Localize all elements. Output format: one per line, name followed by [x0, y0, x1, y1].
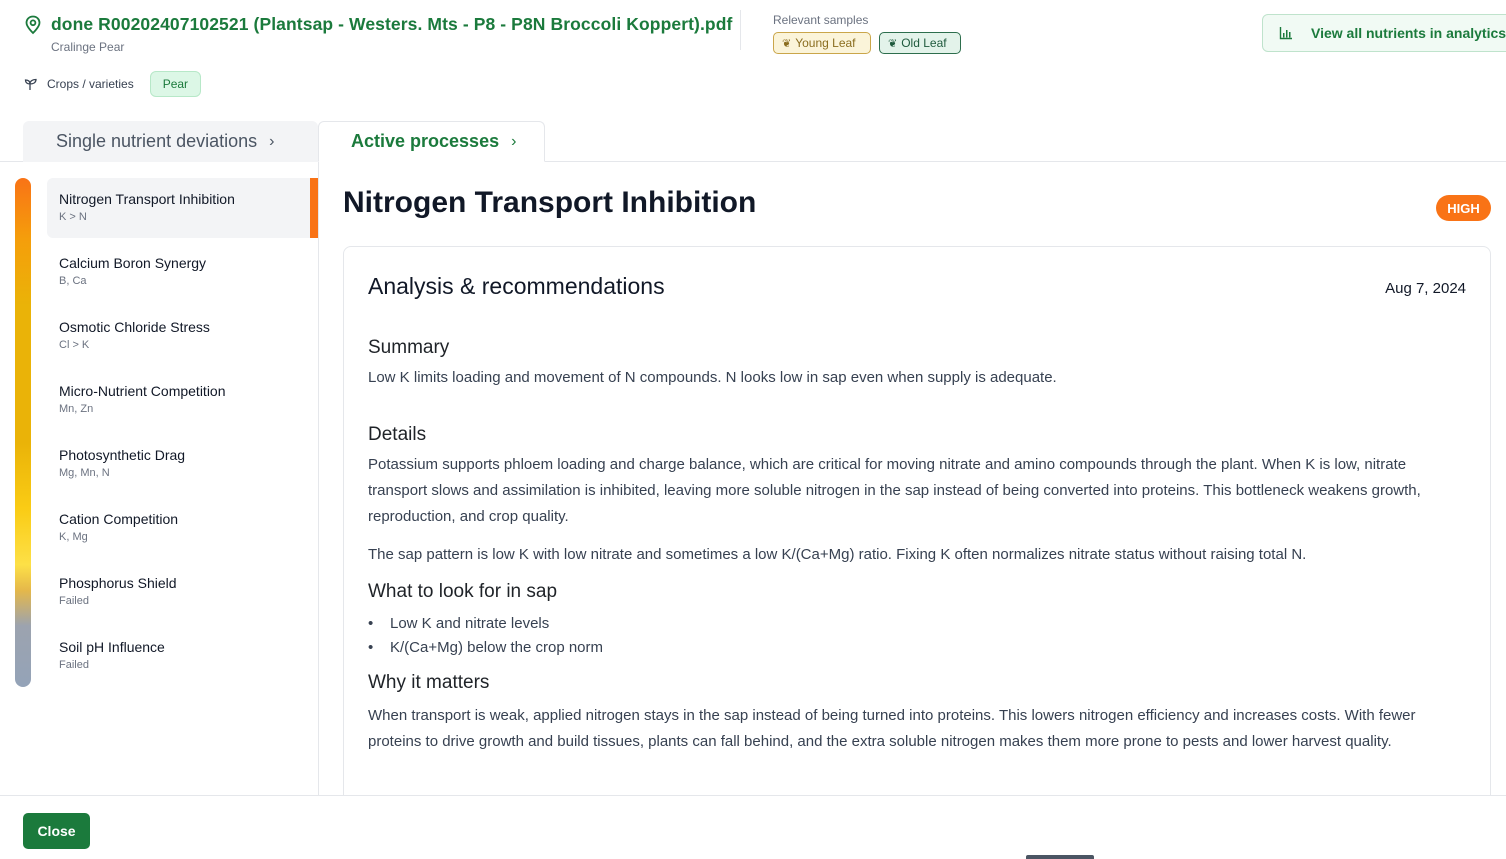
process-name: Photosynthetic Drag — [59, 447, 186, 463]
view-analytics-label: View all nutrients in analytics — [1311, 25, 1506, 41]
crops-varieties-label: Crops / varieties — [47, 77, 134, 91]
crop-chip-pear[interactable]: Pear — [149, 71, 202, 97]
process-item-soil-ph-influence[interactable]: Soil pH Influence Failed — [47, 626, 318, 690]
list-item: K/(Ca+Mg) below the crop norm — [368, 636, 1468, 660]
process-name: Cation Competition — [59, 511, 179, 527]
sample-chip-label: Young Leaf — [795, 36, 856, 50]
process-name: Soil pH Influence — [59, 639, 165, 655]
tab-active-processes[interactable]: Active processes › — [318, 121, 545, 162]
report-subtitle: Cralinge Pear — [51, 40, 125, 54]
bar-chart-icon — [1279, 26, 1293, 40]
process-name: Micro-Nutrient Competition — [59, 383, 226, 399]
process-item-micro-nutrient-competition[interactable]: Micro-Nutrient Competition Mn, Zn — [47, 370, 318, 434]
summary-heading: Summary — [368, 337, 450, 358]
list-item: Low K and nitrate levels — [368, 612, 1468, 636]
process-status: Failed — [59, 659, 89, 671]
view-tabs: Single nutrient deviations › Active proc… — [0, 121, 1506, 162]
process-nutrients: K, Mg — [59, 531, 88, 543]
tab-label: Single nutrient deviations — [56, 131, 258, 151]
analysis-content: Summary Low K limits loading and movemen… — [368, 337, 1468, 755]
process-item-cation-competition[interactable]: Cation Competition K, Mg — [47, 498, 318, 562]
process-name: Phosphorus Shield — [59, 575, 177, 591]
sprout-icon — [24, 77, 38, 91]
sample-chip-label: Old Leaf — [901, 36, 947, 50]
process-list: Nitrogen Transport Inhibition K > N Calc… — [47, 178, 318, 690]
report-title: done R00202407102521 (Plantsap - Westers… — [51, 14, 733, 34]
header-divider — [740, 10, 741, 50]
analysis-card: Analysis & recommendations Aug 7, 2024 S… — [343, 246, 1491, 796]
location-pin-icon — [24, 15, 42, 35]
analysis-date: Aug 7, 2024 — [1385, 280, 1466, 297]
sample-chip-young-leaf[interactable]: ❦ Young Leaf — [773, 32, 871, 54]
analysis-card-title: Analysis & recommendations — [368, 273, 665, 299]
process-item-photosynthetic-drag[interactable]: Photosynthetic Drag Mg, Mn, N — [47, 434, 318, 498]
chevron-right-icon: › — [269, 132, 275, 150]
process-item-calcium-boron-synergy[interactable]: Calcium Boron Synergy B, Ca — [47, 242, 318, 306]
process-item-phosphorus-shield[interactable]: Phosphorus Shield Failed — [47, 562, 318, 626]
severity-badge: HIGH — [1436, 195, 1491, 221]
details-heading: Details — [368, 424, 427, 445]
title-row: done R00202407102521 (Plantsap - Westers… — [24, 14, 732, 35]
process-item-nitrogen-transport-inhibition[interactable]: Nitrogen Transport Inhibition K > N — [47, 178, 318, 238]
dialog-footer: Close — [0, 795, 1506, 859]
process-nutrients: B, Ca — [59, 275, 87, 287]
scroll-handle[interactable] — [1026, 855, 1094, 859]
tab-single-nutrient-deviations[interactable]: Single nutrient deviations › — [23, 121, 318, 162]
tab-label: Active processes — [351, 131, 500, 151]
view-analytics-button[interactable]: View all nutrients in analytics — [1262, 14, 1506, 52]
process-nutrients: Cl > K — [59, 339, 90, 351]
close-button[interactable]: Close — [23, 813, 90, 849]
process-title: Nitrogen Transport Inhibition — [343, 186, 757, 219]
what-to-look-for-heading: What to look for in sap — [368, 581, 558, 602]
process-name: Nitrogen Transport Inhibition — [59, 191, 235, 207]
process-status: Failed — [59, 595, 89, 607]
process-sidebar: Nitrogen Transport Inhibition K > N Calc… — [0, 162, 319, 796]
process-nutrients: Mg, Mn, N — [59, 467, 110, 479]
why-it-matters-heading: Why it matters — [368, 672, 490, 693]
leaf-icon: ❦ — [782, 37, 792, 50]
process-name: Osmotic Chloride Stress — [59, 319, 210, 335]
details-paragraph: The sap pattern is low K with low nitrat… — [368, 546, 1307, 563]
summary-text: Low K limits loading and movement of N c… — [368, 369, 1057, 386]
process-nutrients: Mn, Zn — [59, 403, 94, 415]
details-paragraph: Potassium supports phloem loading and ch… — [368, 456, 1421, 525]
process-nutrients: K > N — [59, 211, 87, 223]
sample-chip-old-leaf[interactable]: ❦ Old Leaf — [879, 32, 961, 54]
relevant-samples-label: Relevant samples — [773, 13, 869, 27]
process-name: Calcium Boron Synergy — [59, 255, 207, 271]
process-detail-panel: Nitrogen Transport Inhibition HIGH Analy… — [319, 162, 1506, 796]
chevron-right-icon: › — [511, 132, 517, 150]
why-it-matters-text: When transport is weak, applied nitrogen… — [368, 707, 1416, 750]
crops-row: Crops / varieties Pear — [24, 71, 202, 97]
leaf-icon: ❦ — [888, 37, 898, 50]
severity-gradient-bar — [15, 178, 31, 687]
process-item-osmotic-chloride-stress[interactable]: Osmotic Chloride Stress Cl > K — [47, 306, 318, 370]
report-header: done R00202407102521 (Plantsap - Westers… — [0, 0, 1506, 120]
what-to-look-for-list: Low K and nitrate levels K/(Ca+Mg) below… — [368, 612, 1468, 660]
